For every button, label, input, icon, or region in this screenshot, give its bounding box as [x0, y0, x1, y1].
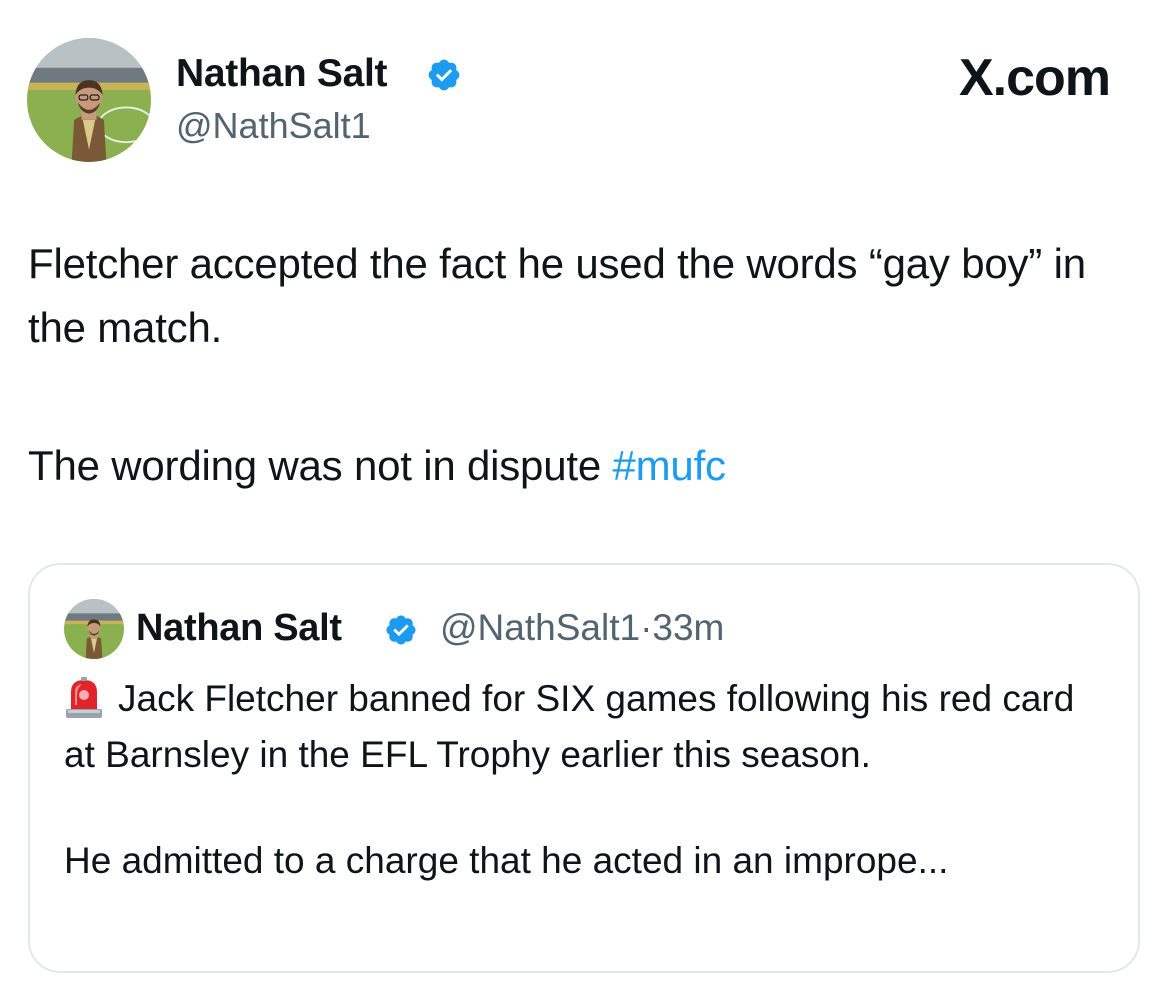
author-avatar[interactable]: [27, 38, 151, 162]
quoted-timestamp[interactable]: 33m: [652, 607, 724, 648]
tweet-paragraph: The wording was not in dispute #mufc: [28, 434, 1138, 498]
verified-badge-icon: [386, 615, 416, 645]
quoted-tweet-text: Jack Fletcher banned for SIX games follo…: [64, 671, 1114, 889]
quoted-paragraph: Jack Fletcher banned for SIX games follo…: [64, 671, 1114, 783]
quoted-tweet[interactable]: Nathan Salt @NathSalt1·33m Jack Fletcher…: [28, 563, 1140, 973]
quoted-meta: @NathSalt1·33m: [440, 605, 724, 651]
quoted-paragraph: He admitted to a charge that he acted in…: [64, 840, 949, 881]
profile-photo-icon: [27, 38, 151, 162]
meta-separator: ·: [640, 607, 653, 648]
rotating-light-icon: [64, 675, 104, 719]
tweet-text: Fletcher accepted the fact he used the w…: [28, 232, 1138, 498]
tweet-paragraph-text: The wording was not in dispute: [28, 442, 613, 489]
profile-photo-icon: [64, 599, 124, 659]
quoted-author-handle[interactable]: @NathSalt1: [440, 607, 640, 648]
quoted-paragraph-text: Jack Fletcher banned for SIX games follo…: [64, 678, 1075, 775]
site-label: X.com: [958, 49, 1111, 107]
tweet-paragraph: Fletcher accepted the fact he used the w…: [28, 240, 1086, 351]
verified-badge-icon: [428, 59, 460, 91]
quoted-author-name[interactable]: Nathan Salt: [136, 605, 342, 651]
author-name[interactable]: Nathan Salt: [176, 50, 388, 98]
hashtag-link[interactable]: #mufc: [612, 442, 726, 489]
tweet-card: Nathan Salt @NathSalt1 X.com Fletcher ac…: [0, 0, 1170, 999]
author-handle[interactable]: @NathSalt1: [176, 104, 371, 148]
quoted-author-avatar[interactable]: [64, 599, 124, 659]
